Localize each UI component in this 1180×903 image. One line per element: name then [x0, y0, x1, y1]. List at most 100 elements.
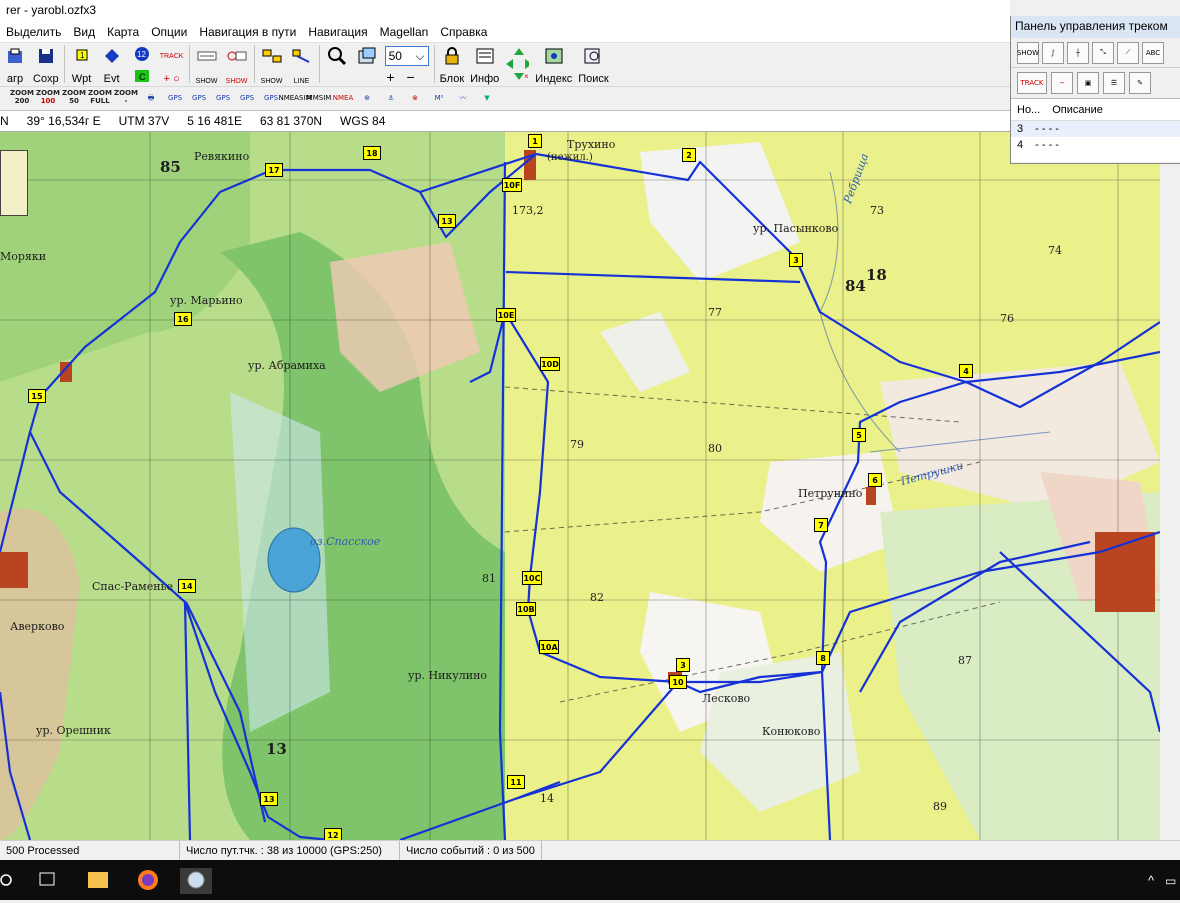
index-button[interactable]: Индекс [532, 45, 575, 85]
grid-number: 82 [590, 591, 604, 604]
show-waypoints-button[interactable]: SHOW [192, 45, 222, 85]
waypoint-marker[interactable]: 17 [265, 163, 283, 177]
table-row[interactable]: 4 - - - - [1011, 137, 1180, 153]
menu-item-navigation-moving[interactable]: Навигация в пути [193, 22, 302, 42]
menu-item-options[interactable]: Опции [145, 22, 193, 42]
filter-icon[interactable]: ▼ [476, 89, 498, 109]
status-events: Число событий : 0 из 500 [400, 841, 542, 860]
waypoint-marker[interactable]: 1 [528, 134, 542, 148]
menu-item-map[interactable]: Карта [101, 22, 145, 42]
menu-item-view[interactable]: Вид [67, 22, 101, 42]
waypoint-marker[interactable]: 10B [516, 602, 536, 616]
table-row[interactable]: 3 - - - - [1011, 121, 1180, 137]
crosshair-icon[interactable]: ⊕ [356, 89, 378, 109]
easting: 5 16 481E [187, 114, 242, 128]
mm-sim-button[interactable]: MM SIM [307, 89, 332, 109]
info-button[interactable]: Инфо [467, 45, 502, 85]
waypoint-marker[interactable]: 10 [669, 675, 687, 689]
map-label-konyukovo: Конюково [762, 725, 821, 738]
waypoint-marker[interactable]: 16 [174, 312, 192, 326]
grid-number: 18 [866, 266, 887, 284]
waypoint-marker[interactable]: 11 [507, 775, 525, 789]
waypoint-marker[interactable]: 10A [539, 640, 559, 654]
waypoint-marker[interactable]: 13 [438, 214, 456, 228]
zoom-100-button[interactable]: ZOOM 100 [36, 89, 60, 109]
panel-toolbar: SHOW ∫ ┼ ⤡ ⟋ ABC [1011, 38, 1180, 68]
panel-show-button[interactable]: SHOW [1017, 41, 1039, 64]
panel-minus-icon[interactable]: − [1051, 72, 1073, 94]
map-canvas[interactable]: Трухино (нежил.) ур. Пасынково ур. Марьи… [0, 132, 1160, 840]
anchor-icon[interactable]: ⚓ [380, 89, 402, 109]
waypoint-marker[interactable]: 10C [522, 571, 542, 585]
waypoint-marker[interactable]: 4 [959, 364, 973, 378]
panel-col-description[interactable]: Описание [1046, 104, 1109, 116]
zoom-200-button[interactable]: ZOOM 200 [10, 89, 34, 109]
event-list-icon [225, 45, 249, 67]
panel-curve-icon[interactable]: ∫ [1042, 41, 1064, 64]
waypoint-marker[interactable]: 3 [789, 253, 803, 267]
menu-item-help[interactable]: Справка [434, 22, 493, 42]
waypoint-marker[interactable]: 5 [852, 428, 866, 442]
panel-abc-icon[interactable]: ABC [1142, 41, 1164, 64]
waypoint-marker[interactable]: 13 [260, 792, 278, 806]
map-window-button[interactable] [352, 45, 382, 85]
panel-diagonal-icon[interactable]: ⤡ [1092, 41, 1114, 64]
load-button[interactable]: агр [0, 45, 30, 85]
lifebuoy-icon[interactable]: ⊗ [404, 89, 426, 109]
waypoint-marker[interactable]: 6 [868, 473, 882, 487]
waypoint-marker[interactable]: 14 [178, 579, 196, 593]
coordinate-bar: N 39° 16,534г E UTM 37V 5 16 481E 63 81 … [0, 111, 1180, 132]
show-routes-button[interactable]: SHOW [257, 45, 287, 85]
waypoint-marker[interactable]: 8 [816, 651, 830, 665]
zoom-window-button[interactable]: ZOOM - [114, 89, 138, 109]
waypoint-marker[interactable]: 12 [324, 828, 342, 840]
ozi-explorer-icon [180, 868, 212, 894]
waypoint-marker[interactable]: 2 [682, 148, 696, 162]
waypoint-marker[interactable]: 15 [28, 389, 46, 403]
gps-send-button[interactable]: GPS [188, 89, 210, 109]
waypoint-marker[interactable]: 3 [676, 658, 690, 672]
waypoint-button[interactable]: 1 Wpt [67, 45, 97, 85]
menu-item-navigation[interactable]: Навигация [302, 22, 373, 42]
menu-item-magellan[interactable]: Magellan [374, 22, 435, 42]
route-line-button[interactable]: LINE [287, 45, 317, 85]
panel-cut-icon[interactable]: ⟋ [1117, 41, 1139, 64]
show-events-button[interactable]: SHOW [222, 45, 252, 85]
zoom-full-button[interactable]: ZOOM FULL [88, 89, 112, 109]
gps-route-button[interactable]: GPS [236, 89, 258, 109]
zoom-50-button[interactable]: ZOOM 50 [62, 89, 86, 109]
gps-track-button[interactable]: GPS [212, 89, 234, 109]
overview-box[interactable] [0, 150, 28, 216]
zoom-control: 50 ⌵ +− [382, 45, 432, 85]
panel-edit-icon[interactable]: ✎ [1129, 72, 1151, 94]
block-button[interactable]: Блок [437, 45, 468, 85]
nmea-sim-button[interactable]: NMEA SIM [278, 89, 311, 109]
save-button[interactable]: Сохр [30, 45, 62, 85]
waypoint-marker[interactable]: 10F [502, 178, 522, 192]
route-button[interactable]: 12 C [127, 45, 157, 85]
magnifier-button[interactable] [322, 45, 352, 85]
panel-list-icon[interactable]: ☰ [1103, 72, 1125, 94]
gps-receive-button[interactable]: GPS [164, 89, 186, 109]
panel-split-icon[interactable]: ┼ [1067, 41, 1089, 64]
menu-item-select[interactable]: Выделить [0, 22, 67, 42]
search-button[interactable]: Поиск [575, 45, 611, 85]
zoom-plus-minus[interactable]: +− [386, 69, 426, 85]
printer-icon[interactable]: 🖶 [140, 89, 162, 109]
panel-save-icon[interactable]: ▣ [1077, 72, 1099, 94]
waypoint-marker[interactable]: 10E [496, 308, 516, 322]
panel-col-number[interactable]: Но... [1011, 104, 1046, 116]
zoom-select[interactable]: 50 ⌵ [384, 46, 429, 66]
grid-number: 73 [870, 204, 884, 217]
event-button[interactable]: Evt [97, 45, 127, 85]
track-button[interactable]: TRACK + ○ [157, 45, 187, 86]
waypoint-marker[interactable]: 7 [814, 518, 828, 532]
nmea-button[interactable]: NMEA [332, 89, 354, 109]
pan-arrows[interactable]: × [502, 45, 532, 85]
waypoint-marker[interactable]: 18 [363, 146, 381, 160]
elevation-chart-icon[interactable]: 〰 [452, 89, 474, 109]
panel-track-button[interactable]: TRACK [1017, 72, 1047, 94]
waypoint-marker[interactable]: 10D [540, 357, 560, 371]
area-measure-icon[interactable]: M² [428, 89, 450, 109]
task-view-icon [39, 872, 55, 886]
